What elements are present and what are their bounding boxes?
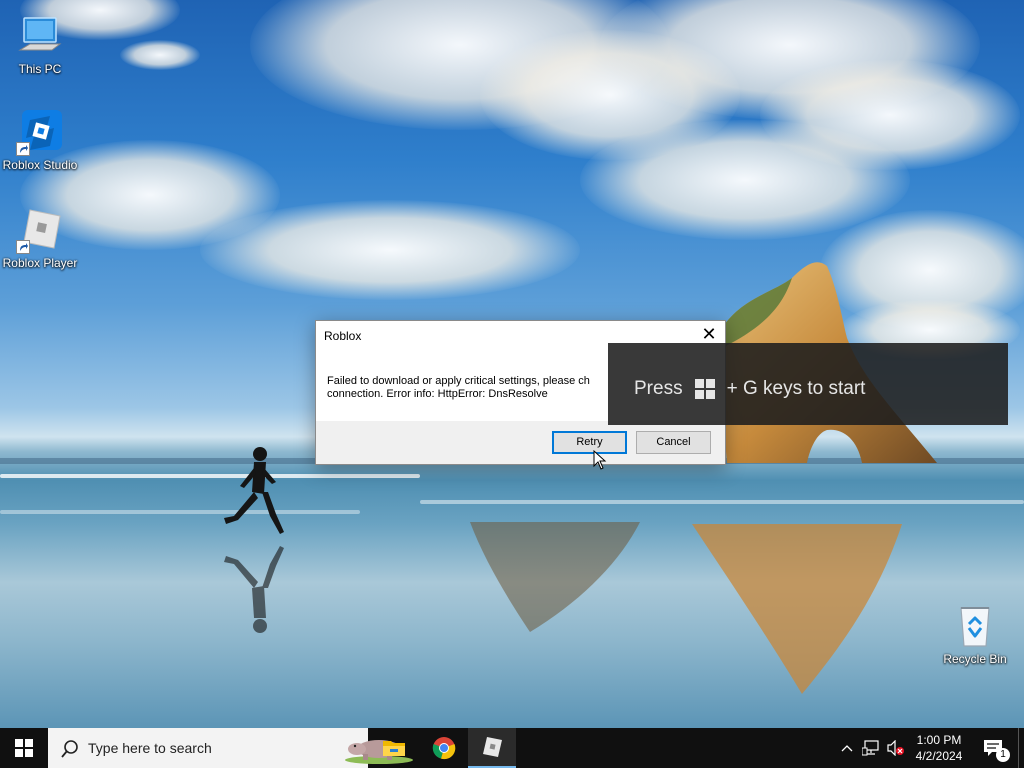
desktop-icon-label: This PC: [18, 62, 62, 76]
taskbar-app-roblox[interactable]: [468, 728, 516, 768]
desktop-icon-label: Recycle Bin: [943, 652, 1007, 666]
taskbar-app-file-explorer[interactable]: [370, 728, 418, 768]
wave: [0, 510, 360, 514]
cloud: [120, 40, 200, 70]
file-explorer-icon: [383, 741, 405, 756]
computer-icon: [16, 12, 64, 60]
shortcut-arrow-icon: [16, 142, 30, 156]
recycle-bin-icon: [951, 602, 999, 650]
network-icon: [862, 740, 879, 756]
desktop-icon-label: Roblox Studio: [2, 158, 78, 172]
wave: [0, 474, 420, 478]
action-center-button[interactable]: 1: [980, 728, 1010, 768]
dialog-button-area: Retry Cancel: [316, 421, 725, 464]
desktop-icon-this-pc[interactable]: This PC: [0, 12, 80, 76]
wave: [420, 500, 1024, 504]
show-desktop-button[interactable]: [1018, 728, 1024, 768]
volume-button[interactable]: [884, 728, 906, 768]
taskbar-clock[interactable]: 1:00 PM 4/2/2024: [905, 728, 973, 768]
taskbar-search-box[interactable]: [48, 728, 413, 768]
toast-text-before: Press: [634, 378, 683, 399]
start-button[interactable]: [0, 728, 48, 768]
shortcut-arrow-icon: [16, 240, 30, 254]
desktop-icon-roblox-player[interactable]: Roblox Player: [0, 206, 80, 270]
toast-message: Press + G keys to start: [634, 378, 865, 400]
notification-count-badge: 1: [996, 748, 1010, 762]
desktop-icon-label: Roblox Player: [2, 256, 78, 270]
cloud: [760, 60, 1020, 170]
dialog-title: Roblox: [324, 329, 362, 343]
clock-time: 1:00 PM: [916, 733, 962, 747]
chevron-up-icon: [841, 745, 853, 752]
sea-rock-reflection-left: [470, 522, 640, 632]
windows-key-icon: [694, 379, 715, 399]
cloud: [200, 200, 580, 300]
dialog-close-button[interactable]: ✕: [699, 325, 719, 345]
desktop-icon-recycle-bin[interactable]: Recycle Bin: [935, 602, 1015, 666]
desktop-icon-roblox-studio[interactable]: Roblox Studio: [0, 108, 80, 172]
toast-text-after: + G keys to start: [726, 378, 866, 399]
game-bar-toast: Press + G keys to start: [608, 343, 1008, 425]
runner-reflection: [224, 546, 284, 633]
roblox-player-icon: [16, 206, 64, 254]
chrome-icon: [432, 737, 456, 760]
roblox-studio-icon: [16, 108, 64, 156]
search-input[interactable]: [88, 728, 288, 768]
runner-silhouette: [224, 447, 284, 534]
taskbar: 1:00 PM 4/2/2024 1: [0, 728, 1024, 768]
taskbar-app-chrome[interactable]: [420, 728, 468, 768]
search-icon: [61, 740, 78, 758]
show-hidden-icons-button[interactable]: [838, 728, 856, 768]
volume-muted-icon: [887, 740, 904, 756]
mouse-cursor-icon: [593, 450, 607, 470]
cancel-button[interactable]: Cancel: [636, 431, 711, 454]
roblox-icon: [483, 737, 502, 757]
clock-date: 4/2/2024: [915, 749, 963, 763]
network-status-button[interactable]: [860, 728, 882, 768]
sea-rock-reflection: [692, 524, 902, 694]
windows-logo-icon: [15, 739, 33, 757]
retry-button[interactable]: Retry: [552, 431, 627, 454]
